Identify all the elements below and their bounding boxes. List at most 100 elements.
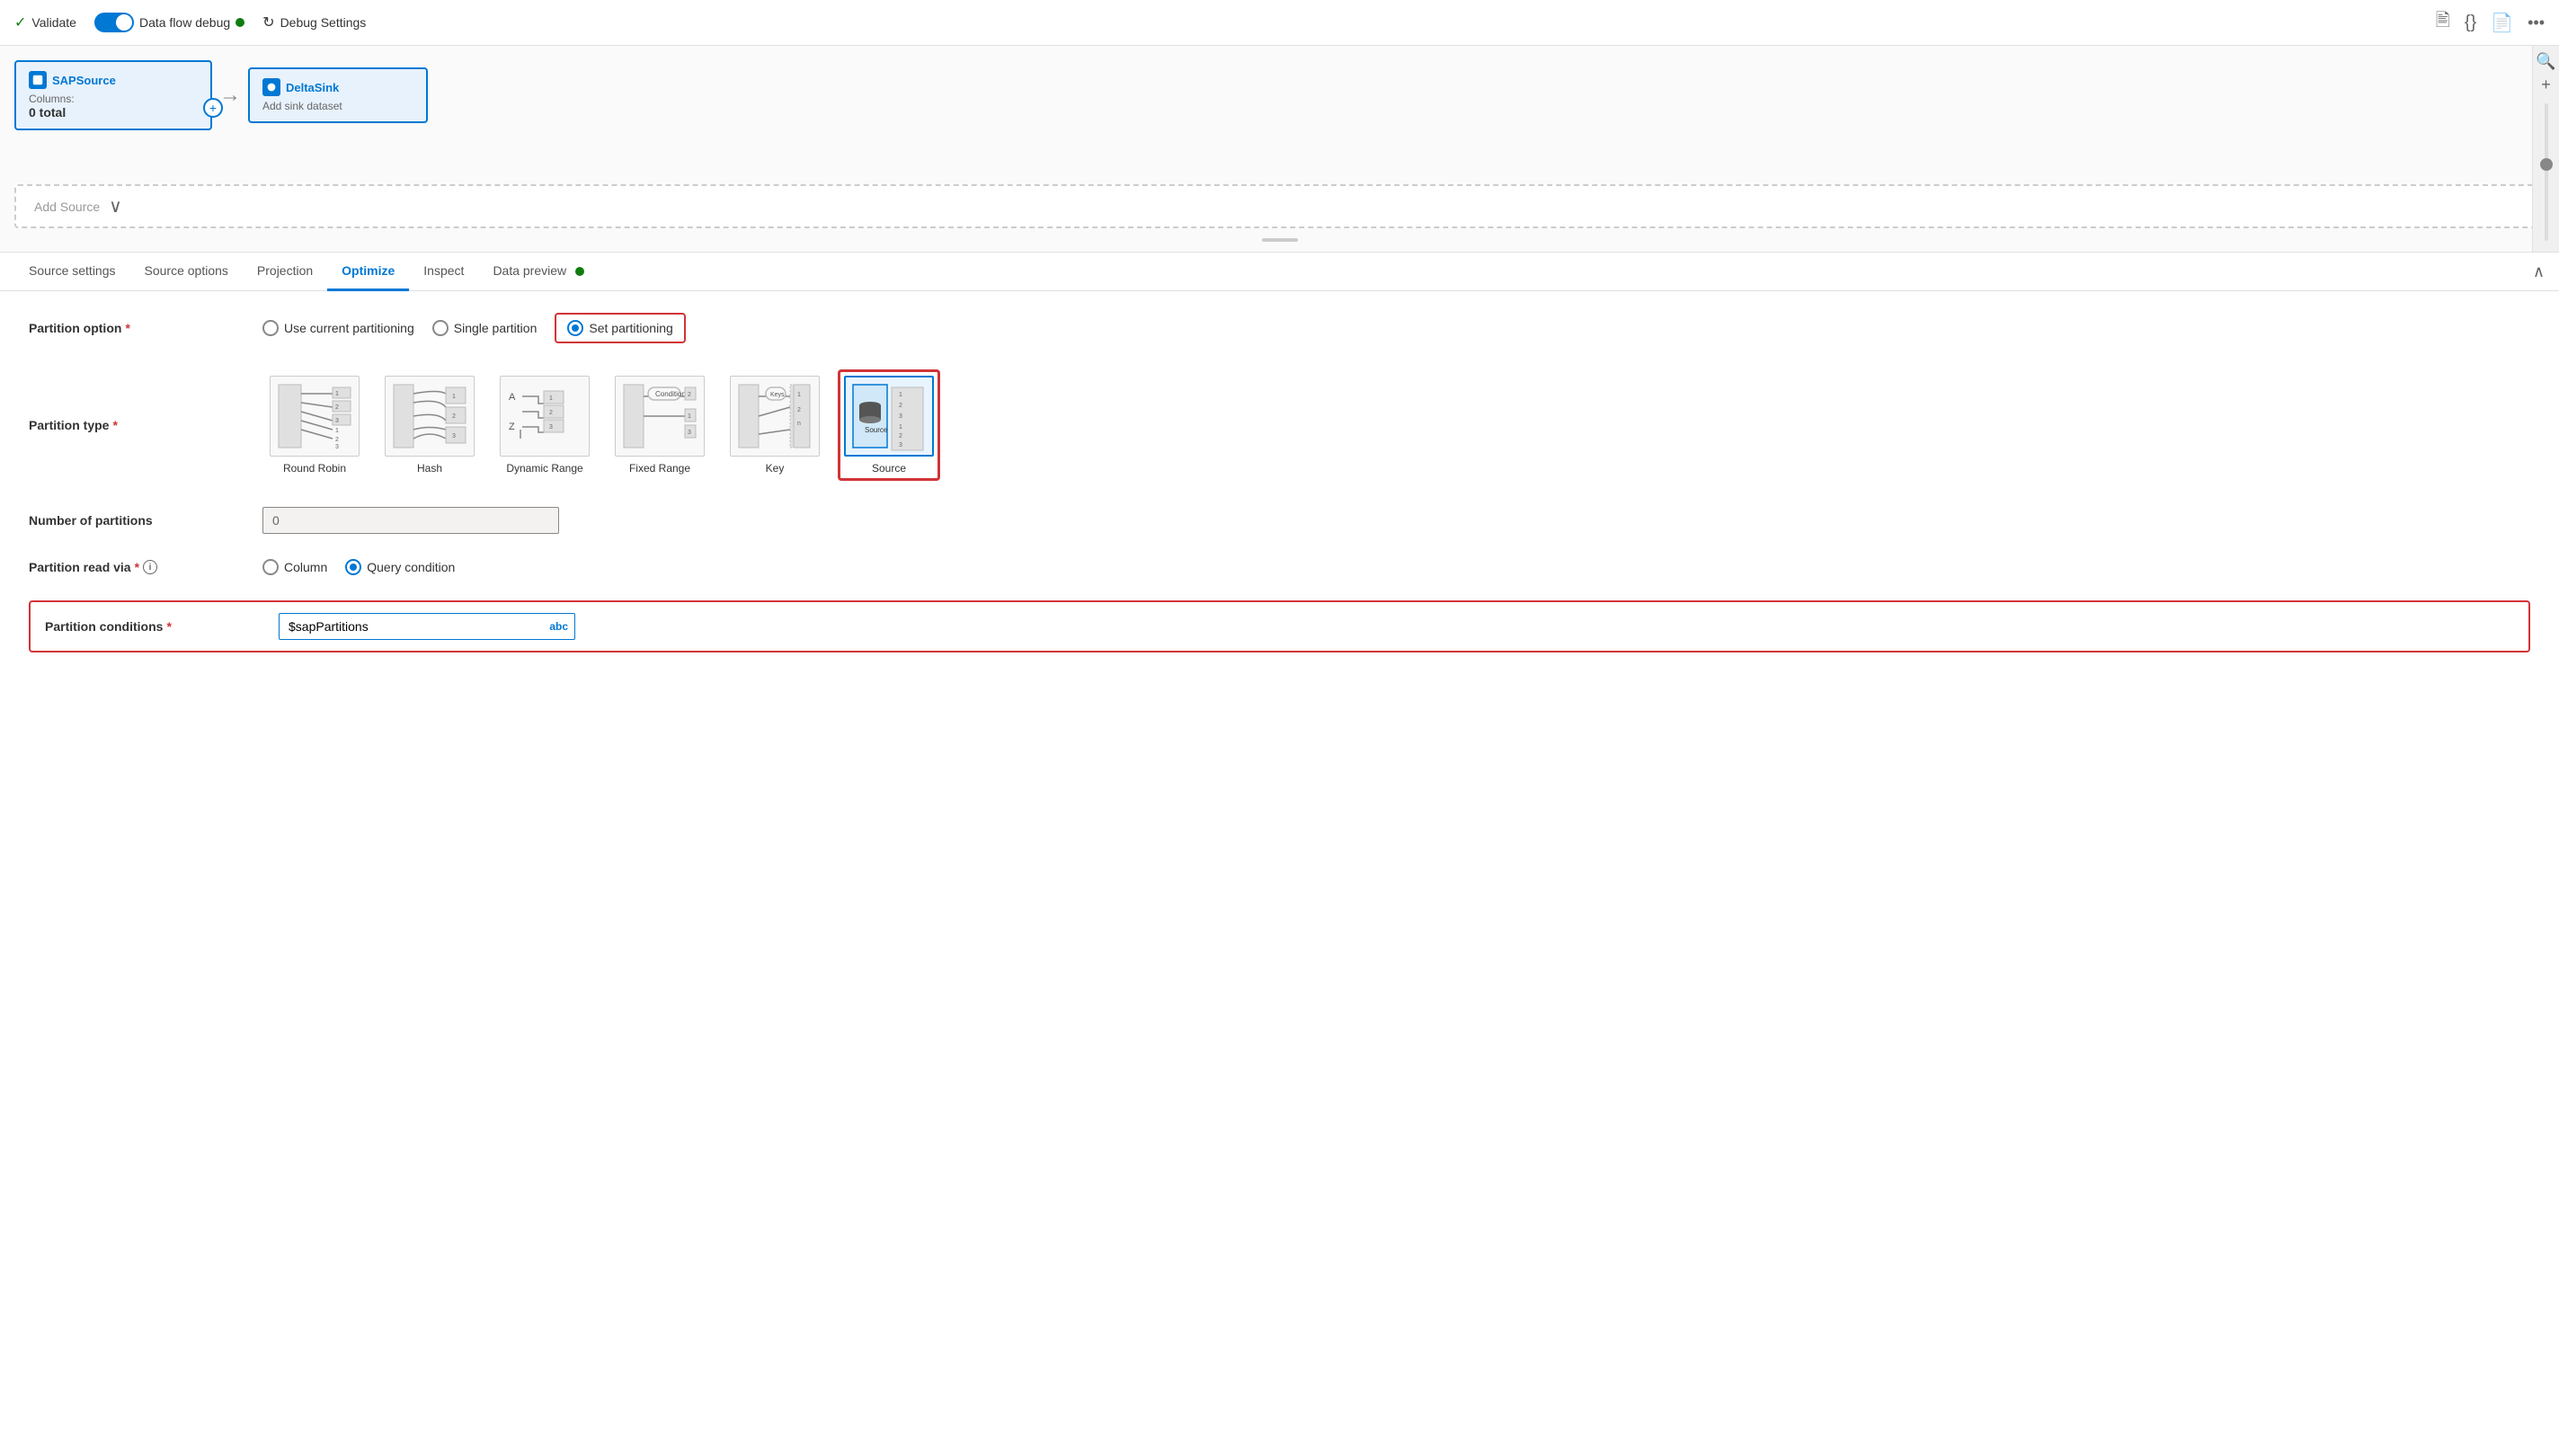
- svg-text:1: 1: [899, 424, 902, 431]
- radio-set-dot: [572, 324, 579, 332]
- checkmark-icon: ✓: [14, 13, 26, 31]
- sink-node-header: DeltaSink: [262, 78, 413, 96]
- refresh-icon: ↻: [262, 13, 274, 31]
- sink-node[interactable]: DeltaSink Add sink dataset: [248, 67, 428, 123]
- num-partitions-row: Number of partitions: [29, 507, 2530, 534]
- partition-conditions-row: Partition conditions *: [29, 600, 2530, 653]
- radio-column-circle: [262, 559, 279, 575]
- radio-query-condition[interactable]: Query condition: [345, 559, 455, 575]
- radio-single-partition[interactable]: Single partition: [432, 320, 538, 336]
- card-hash-image: 1 2 3: [385, 376, 475, 457]
- canvas-divider: [1258, 226, 1302, 248]
- svg-text:Keys: Keys: [770, 392, 785, 398]
- tab-source-settings[interactable]: Source settings: [14, 253, 130, 291]
- card-fixed-range[interactable]: Conditions 2 1 3 Fixed Range: [608, 368, 712, 482]
- code-icon[interactable]: {}: [2465, 13, 2476, 33]
- add-connection-plus[interactable]: +: [203, 98, 223, 118]
- card-source-image: Source 1 2 3 1 2 3: [844, 376, 934, 457]
- num-partitions-label: Number of partitions: [29, 513, 262, 528]
- num-partitions-input[interactable]: [262, 507, 559, 534]
- svg-text:1: 1: [899, 392, 902, 398]
- partition-read-via-info[interactable]: i: [143, 560, 157, 574]
- script-icon[interactable]: 🖹: [2436, 7, 2450, 38]
- source-node[interactable]: SAPSource Columns: 0 total +: [14, 60, 212, 130]
- sink-node-name: DeltaSink: [286, 81, 339, 94]
- toolbar-right: 🖹 {} 📄 •••: [2436, 7, 2545, 38]
- partition-read-via-controls: Column Query condition: [262, 559, 455, 575]
- svg-text:2: 2: [549, 410, 553, 416]
- toolbar: ✓ Validate Data flow debug ↻ Debug Setti…: [0, 0, 2559, 46]
- svg-text:3: 3: [452, 433, 456, 439]
- tab-inspect[interactable]: Inspect: [409, 253, 478, 291]
- card-round-robin-label: Round Robin: [283, 462, 346, 475]
- svg-text:3: 3: [899, 413, 902, 420]
- card-key[interactable]: Keys 1 2 n Key: [723, 368, 827, 482]
- debug-settings-label: Debug Settings: [280, 15, 367, 30]
- card-dynamic-range[interactable]: A Z 1 2 3 Dynamic Range: [493, 368, 597, 482]
- canvas-area: SAPSource Columns: 0 total + → DeltaSink…: [0, 46, 2559, 253]
- svg-text:2: 2: [688, 392, 691, 398]
- radio-use-current[interactable]: Use current partitioning: [262, 320, 414, 336]
- flow-arrow: →: [219, 83, 241, 108]
- card-source[interactable]: Source 1 2 3 1 2 3 Source: [844, 376, 934, 475]
- svg-text:3: 3: [899, 442, 902, 448]
- partition-conditions-required: *: [166, 619, 171, 634]
- zoom-track[interactable]: [2545, 103, 2548, 241]
- zoom-thumb: [2540, 158, 2553, 171]
- tab-source-options[interactable]: Source options: [130, 253, 243, 291]
- svg-text:2: 2: [452, 413, 456, 420]
- radio-query-circle: [345, 559, 361, 575]
- svg-text:1: 1: [335, 428, 339, 434]
- partition-type-cards: 1 2 3 1 2 3 Round Robin: [262, 368, 940, 482]
- svg-text:2: 2: [797, 407, 801, 413]
- radio-set-partitioning-box[interactable]: Set partitioning: [555, 313, 685, 343]
- delta-sink-icon: [262, 78, 280, 96]
- partition-read-via-row: Partition read via * i Column Query cond…: [29, 559, 2530, 575]
- svg-text:2: 2: [899, 433, 902, 439]
- flow-container: SAPSource Columns: 0 total + → DeltaSink…: [14, 60, 2545, 130]
- svg-text:3: 3: [335, 418, 339, 424]
- svg-text:2: 2: [335, 437, 339, 443]
- svg-text:1: 1: [549, 395, 553, 402]
- tabs-collapse-button[interactable]: ∧: [2533, 262, 2545, 281]
- svg-text:3: 3: [549, 424, 553, 431]
- toggle-switch[interactable]: [94, 13, 134, 32]
- card-hash[interactable]: 1 2 3 Hash: [378, 368, 482, 482]
- zoom-search-icon[interactable]: 🔍: [2536, 53, 2555, 69]
- add-source-node[interactable]: Add Source ∨: [14, 184, 2545, 228]
- card-hash-label: Hash: [417, 462, 442, 475]
- validate-button[interactable]: ✓ Validate: [14, 13, 76, 31]
- card-source-label: Source: [872, 462, 906, 475]
- debug-settings-button[interactable]: ↻ Debug Settings: [262, 13, 366, 31]
- add-source-label: Add Source: [34, 200, 100, 214]
- radio-set-circle: [567, 320, 583, 336]
- num-partitions-controls: [262, 507, 559, 534]
- tab-projection[interactable]: Projection: [243, 253, 327, 291]
- debug-active-dot: [235, 18, 244, 27]
- table-icon[interactable]: 📄: [2491, 12, 2513, 34]
- radio-use-current-circle: [262, 320, 279, 336]
- radio-query-dot: [350, 564, 357, 571]
- tab-data-preview[interactable]: Data preview: [478, 253, 599, 291]
- card-fixed-range-image: Conditions 2 1 3: [615, 376, 705, 457]
- partition-type-label: Partition type *: [29, 418, 262, 432]
- card-round-robin[interactable]: 1 2 3 1 2 3 Round Robin: [262, 368, 367, 482]
- svg-text:2: 2: [335, 404, 339, 411]
- card-source-outer[interactable]: Source 1 2 3 1 2 3 Source: [838, 369, 940, 481]
- radio-single-circle: [432, 320, 449, 336]
- card-dynamic-range-label: Dynamic Range: [506, 462, 582, 475]
- sap-source-icon: [29, 71, 47, 89]
- validate-label: Validate: [31, 15, 76, 30]
- svg-text:1: 1: [797, 392, 801, 398]
- zoom-plus-icon[interactable]: +: [2541, 76, 2551, 93]
- partition-option-required: *: [125, 321, 129, 335]
- partition-option-controls: Use current partitioning Single partitio…: [262, 313, 686, 343]
- more-icon[interactable]: •••: [2528, 13, 2545, 32]
- radio-column[interactable]: Column: [262, 559, 327, 575]
- partition-conditions-input[interactable]: [279, 613, 575, 640]
- data-flow-debug-toggle[interactable]: Data flow debug: [94, 13, 244, 32]
- svg-text:1: 1: [452, 394, 456, 400]
- columns-count: 0 total: [29, 105, 198, 120]
- data-preview-status-dot: [575, 267, 584, 276]
- tab-optimize[interactable]: Optimize: [327, 253, 409, 291]
